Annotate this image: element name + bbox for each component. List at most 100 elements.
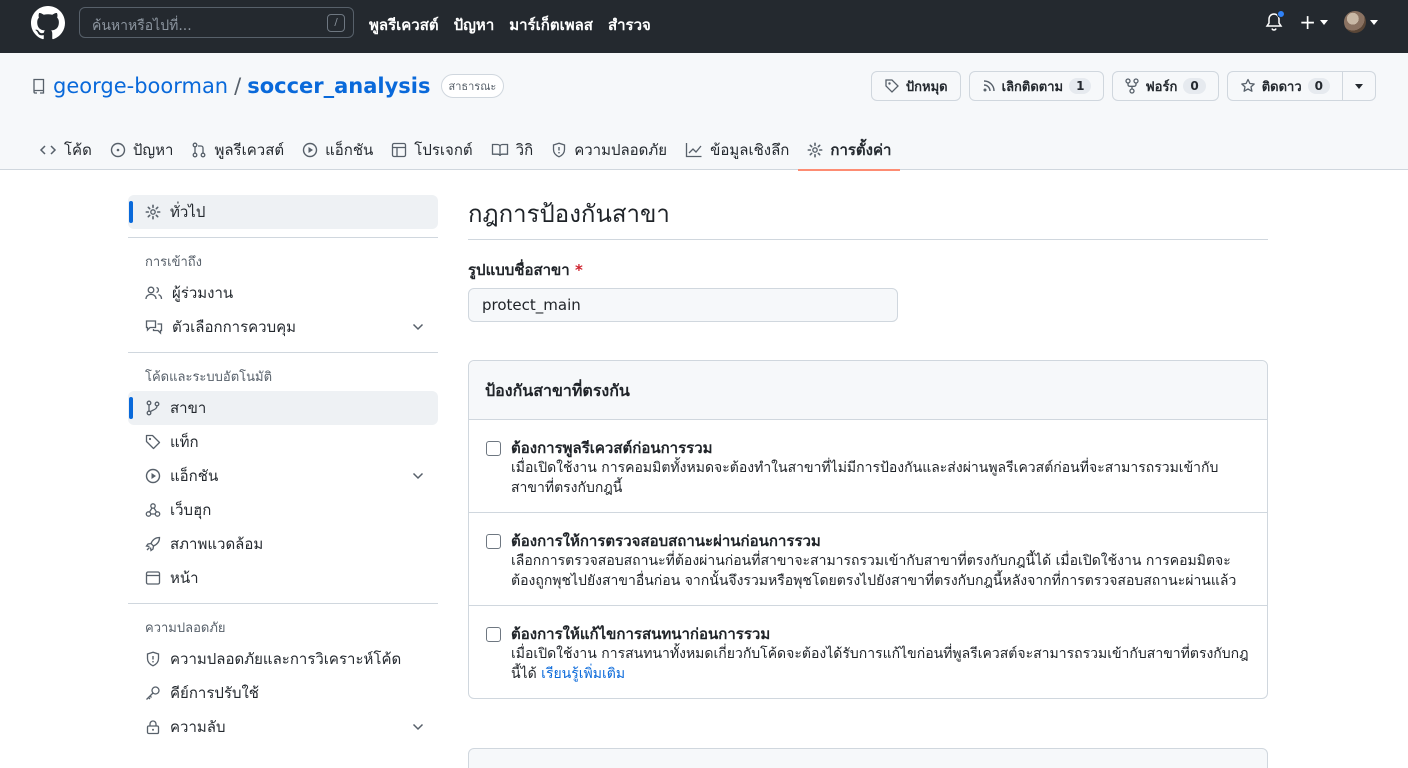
pin-button[interactable]: ปักหมุด [870,71,961,101]
rule-title: ต้องการพูลรีเควสต์ก่อนการรวม [511,439,713,457]
repo-icon [33,78,45,94]
gear-icon [807,142,823,157]
search-placeholder: ค้นหาหรือไปที่... [92,18,192,34]
search-shortcut-key: / [327,14,345,32]
book-icon [491,143,508,156]
require-status-checks-checkbox[interactable] [486,534,501,549]
protect-branches-heading: ป้องกันสาขาที่ตรงกัน [469,361,1267,420]
rule-description: เมื่อเปิดใช้งาน การสนทนาทั้งหมดเกี่ยวกับ… [511,644,1251,684]
sidebar-item-label: สภาพแวดล้อม [170,535,264,553]
unwatch-button[interactable]: เลิกติดตาม 1 [968,71,1105,101]
require-conversation-resolution-checkbox[interactable] [486,627,501,642]
sidebar-item-actions[interactable]: แอ็กชัน [128,459,438,493]
pull-request-icon [193,142,206,157]
sidebar-item-label: แท็ก [170,433,199,451]
create-new-button[interactable]: + [1299,10,1328,34]
chevron-down-icon[interactable] [412,723,424,731]
rule-require-conversation-resolution: ต้องการให้แก้ไขการสนทนาก่อนการรวม เมื่อเ… [469,606,1267,698]
fork-button[interactable]: ฟอร์ก 0 [1112,71,1219,101]
nav-issues[interactable]: ปัญหา [454,13,495,37]
branch-pattern-input[interactable]: protect_main [468,288,898,322]
settings-sidebar: ทั่วไป การเข้าถึง ผู้ร่วมงาน ตัวเลือกการ… [128,195,438,744]
tab-security[interactable]: ความปลอดภัย [542,129,676,170]
repo-title: george-boorman / soccer_analysis สาธารณะ [31,74,505,98]
star-count: 0 [1307,78,1330,94]
unwatch-label: เลิกติดตาม [1001,79,1064,95]
play-icon [145,468,161,484]
sidebar-item-label: ความลับ [170,718,226,736]
repo-actions: ปักหมุด เลิกติดตาม 1 ฟอร์ก 0 ติดดาว 0 [870,71,1376,101]
tab-wiki[interactable]: วิกิ [482,129,543,170]
sidebar-item-environments[interactable]: สภาพแวดล้อม [128,527,438,561]
fork-count: 0 [1183,78,1206,94]
tab-label: โค้ด [64,140,92,159]
search-input[interactable]: ค้นหาหรือไปที่... / [79,7,354,38]
star-button-group: ติดดาว 0 [1226,71,1376,101]
issue-icon [110,142,126,157]
rule-description: เมื่อเปิดใช้งาน การคอมมิตทั้งหมดจะต้องทำ… [511,460,1219,496]
global-header: ค้นหาหรือไปที่... / พูลรีเควสต์ ปัญหา มา… [0,0,1408,53]
page-title: กฎการป้องกันสาขา [468,200,670,228]
chevron-down-icon[interactable] [412,472,424,480]
sidebar-item-secrets[interactable]: ความลับ [128,710,438,744]
branch-rule-form: กฎการป้องกันสาขา รูปแบบชื่อสาขา * protec… [468,195,1268,699]
require-pull-request-checkbox[interactable] [486,441,501,456]
sidebar-item-general[interactable]: ทั่วไป [128,195,438,229]
people-icon [145,286,163,300]
repo-name-link[interactable]: soccer_analysis [247,74,430,98]
github-logo-icon[interactable] [31,6,65,40]
notifications-bell-icon[interactable] [1265,10,1286,32]
star-label: ติดดาว [1261,79,1302,95]
rule-require-pull-request: ต้องการพูลรีเควสต์ก่อนการรวม เมื่อเปิดใช… [469,420,1267,513]
sidebar-item-branches[interactable]: สาขา [128,391,438,425]
chevron-down-icon[interactable] [412,323,424,331]
sidebar-item-collaborators[interactable]: ผู้ร่วมงาน [128,276,438,310]
fork-icon [1125,78,1140,94]
user-menu-button[interactable] [1344,11,1378,33]
tab-insights[interactable]: ข้อมูลเชิงลึก [676,129,798,170]
table-icon [392,142,407,157]
sidebar-item-deploy-keys[interactable]: คีย์การปรับใช้ [128,676,438,710]
nav-marketplace[interactable]: มาร์เก็ตเพลส [509,13,593,37]
next-settings-box [468,748,1268,768]
header-actions: + [1265,10,1378,34]
play-icon [302,142,318,157]
sidebar-item-code-security[interactable]: ความปลอดภัยและการวิเคราะห์โค้ด [128,642,438,676]
star-list-dropdown[interactable] [1343,71,1376,101]
tab-settings[interactable]: การตั้งค่า [798,129,901,171]
repo-tabs: โค้ด ปัญหา พูลรีเควสต์ แอ็กชัน โปรเจกต์ … [30,129,901,171]
sidebar-item-webhooks[interactable]: เว็บฮุก [128,493,438,527]
chevron-down-icon [1320,19,1328,25]
tab-issues[interactable]: ปัญหา [101,129,183,170]
sidebar-item-tags[interactable]: แท็ก [128,425,438,459]
plus-icon: + [1299,10,1316,34]
rule-description: เลือกการตรวจสอบสถานะที่ต้องผ่านก่อนที่สา… [511,553,1237,589]
star-button[interactable]: ติดดาว 0 [1226,71,1343,101]
learn-more-link[interactable]: เรียนรู้เพิ่มเติม [541,666,625,682]
sidebar-item-label: คีย์การปรับใช้ [170,684,259,702]
tab-label: ปัญหา [132,140,174,159]
code-icon [39,144,57,155]
nav-explore[interactable]: สำรวจ [608,13,651,37]
tab-pull-requests[interactable]: พูลรีเควสต์ [182,129,293,170]
tab-actions[interactable]: แอ็กชัน [293,129,382,170]
divider [128,603,438,604]
divider [128,237,438,238]
rule-title: ต้องการให้การตรวจสอบสถานะผ่านก่อนการรวม [511,532,821,550]
sidebar-item-moderation[interactable]: ตัวเลือกการควบคุม [128,310,438,344]
tab-projects[interactable]: โปรเจกต์ [382,129,481,170]
tab-label: วิกิ [515,140,534,159]
tab-code[interactable]: โค้ด [30,129,101,170]
pin-label: ปักหมุด [905,79,948,95]
nav-pull-requests[interactable]: พูลรีเควสต์ [369,13,439,37]
sidebar-heading-code: โค้ดและระบบอัตโนมัติ [145,369,273,385]
sidebar-item-pages[interactable]: หน้า [128,561,438,595]
tag-icon [145,434,161,450]
sidebar-item-label: ตัวเลือกการควบคุม [172,318,297,336]
branch-pattern-label-text: รูปแบบชื่อสาขา [468,261,570,279]
repo-owner-link[interactable]: george-boorman [53,74,228,98]
branch-pattern-label: รูปแบบชื่อสาขา * [468,258,1268,280]
watch-count: 1 [1069,78,1092,94]
browser-icon [145,571,161,585]
avatar [1344,11,1366,33]
